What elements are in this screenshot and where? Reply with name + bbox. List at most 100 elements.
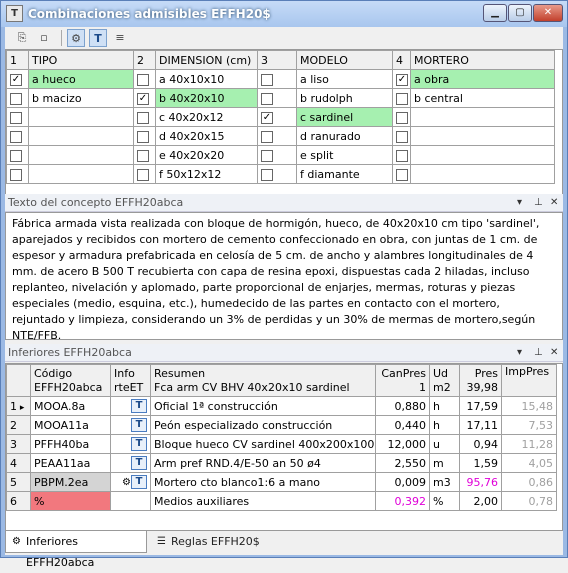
codigo-cell[interactable]: % (30, 491, 111, 511)
tipo-cell[interactable] (28, 145, 134, 165)
text-t-icon[interactable]: T (89, 29, 107, 47)
checkbox[interactable] (396, 111, 408, 124)
inferior-row[interactable]: 4 PEAA11aa T Arm pref RND.4/E-50 an 50 ø4 2,… (6, 453, 557, 473)
inferior-row[interactable]: 5 PBPM.2ea ⚙ T Mortero cto blanco1:6 a mano 0… (6, 472, 557, 492)
checkbox-modelo[interactable] (257, 145, 297, 165)
imppres-cell[interactable]: 7,53 (501, 415, 557, 435)
checkbox-dimension[interactable]: ✓ (133, 88, 156, 108)
checkbox[interactable] (396, 92, 408, 105)
checkbox[interactable] (137, 73, 149, 86)
text-t-icon[interactable]: T (131, 399, 147, 413)
modelo-cell[interactable]: e split (296, 145, 393, 165)
checkbox-modelo[interactable] (257, 69, 297, 89)
checkbox-mortero[interactable] (392, 145, 411, 165)
ud-cell[interactable]: h (429, 396, 460, 416)
checkbox-tipo[interactable] (6, 88, 29, 108)
checkbox[interactable] (10, 92, 22, 105)
checkbox[interactable] (137, 168, 149, 181)
resumen-cell[interactable]: Arm pref RND.4/E-50 an 50 ø4 (150, 453, 376, 473)
mortero-cell[interactable] (410, 164, 555, 184)
checkbox[interactable] (396, 168, 408, 181)
tipo-cell[interactable] (28, 164, 134, 184)
checkbox-modelo[interactable] (257, 126, 297, 146)
checkbox-dimension[interactable] (133, 69, 156, 89)
ud-cell[interactable]: m (429, 453, 460, 473)
inferior-row[interactable]: 1 ▸ MOOA.8a T Oficial 1ª construcción 0,880 h… (6, 396, 557, 416)
row-number[interactable]: 3 (6, 434, 31, 454)
checkbox-dimension[interactable] (133, 164, 156, 184)
mortero-cell[interactable] (410, 126, 555, 146)
checkbox-modelo[interactable]: ✓ (257, 107, 297, 127)
info-cell[interactable]: T (110, 415, 151, 435)
checkbox[interactable] (137, 130, 149, 143)
imppres-cell[interactable]: 0,86 (501, 472, 557, 492)
canpres-cell[interactable]: 0,392 (375, 491, 430, 511)
info-cell[interactable]: ⚙ T (110, 472, 151, 492)
checkbox[interactable] (10, 149, 22, 162)
checkbox[interactable] (261, 168, 273, 181)
tipo-cell[interactable]: a hueco (28, 69, 134, 89)
inferior-row[interactable]: 3 PFFH40ba T Bloque hueco CV sardinel 400x2… (6, 434, 557, 454)
modelo-cell[interactable]: f diamante (296, 164, 393, 184)
checkbox[interactable]: ✓ (261, 111, 273, 124)
checkbox-mortero[interactable] (392, 126, 411, 146)
title-bar[interactable]: T Combinaciones admisibles EFFH20$ ▁ ▢ ✕ (1, 1, 567, 27)
mortero-cell[interactable] (410, 107, 555, 127)
panel-menu-icon[interactable]: ▾ (517, 194, 522, 211)
modelo-cell[interactable]: c sardinel (296, 107, 393, 127)
resumen-cell[interactable]: Oficial 1ª construcción (150, 396, 376, 416)
checkbox-mortero[interactable] (392, 107, 411, 127)
checkbox[interactable] (10, 130, 22, 143)
checkbox-dimension[interactable] (133, 126, 156, 146)
text-t-icon[interactable]: T (131, 475, 147, 489)
close-panel-icon[interactable]: ✕ (550, 194, 558, 211)
tipo-cell[interactable]: b macizo (28, 88, 134, 108)
checkbox[interactable] (10, 168, 22, 181)
resumen-cell[interactable]: Bloque hueco CV sardinel 400x200x100 (150, 434, 376, 454)
checkbox[interactable] (261, 92, 273, 105)
mortero-cell[interactable] (410, 145, 555, 165)
codigo-cell[interactable]: PBPM.2ea (30, 472, 111, 492)
checkbox-mortero[interactable] (392, 88, 411, 108)
checkbox[interactable] (396, 149, 408, 162)
tipo-cell[interactable] (28, 126, 134, 146)
canpres-cell[interactable]: 0,009 (375, 472, 430, 492)
dimension-cell[interactable]: a 40x10x10 (155, 69, 258, 89)
pres-cell[interactable]: 17,11 (459, 415, 502, 435)
checkbox-mortero[interactable]: ✓ (392, 69, 411, 89)
checkbox[interactable] (137, 111, 149, 124)
row-number[interactable]: 5 (6, 472, 31, 492)
resumen-cell[interactable]: Peón especializado construcción (150, 415, 376, 435)
dimension-cell[interactable]: e 40x20x20 (155, 145, 258, 165)
checkbox-tipo[interactable]: ✓ (6, 69, 29, 89)
close-panel-icon[interactable]: ✕ (550, 344, 558, 361)
checkbox[interactable] (261, 149, 273, 162)
modelo-cell[interactable]: d ranurado (296, 126, 393, 146)
ud-cell[interactable]: m3 (429, 472, 460, 492)
mortero-cell[interactable]: a obra (410, 69, 555, 89)
inferior-row[interactable]: 6% Medios auxiliares 0,392% 2,00 0,78 (6, 491, 557, 511)
pres-cell[interactable]: 95,76 (459, 472, 502, 492)
resumen-cell[interactable]: Mortero cto blanco1:6 a mano (150, 472, 376, 492)
ud-cell[interactable]: % (429, 491, 460, 511)
info-cell[interactable]: T (110, 434, 151, 454)
checkbox[interactable]: ✓ (396, 73, 408, 86)
pres-cell[interactable]: 17,59 (459, 396, 502, 416)
modelo-cell[interactable]: a liso (296, 69, 393, 89)
imppres-cell[interactable]: 0,78 (501, 491, 557, 511)
row-number[interactable]: 6 (6, 491, 31, 511)
checkbox[interactable] (396, 130, 408, 143)
tab-inferiores[interactable]: ⚙ Inferiores EFFH20abca (5, 531, 147, 569)
checkbox-modelo[interactable] (257, 88, 297, 108)
imppres-cell[interactable]: 11,28 (501, 434, 557, 454)
dimension-cell[interactable]: b 40x20x10 (155, 88, 258, 108)
canpres-cell[interactable]: 0,880 (375, 396, 430, 416)
checkbox[interactable] (137, 149, 149, 162)
codigo-cell[interactable]: MOOA.8a (30, 396, 111, 416)
checkbox-mortero[interactable] (392, 164, 411, 184)
imppres-cell[interactable]: 4,05 (501, 453, 557, 473)
modelo-cell[interactable]: b rudolph (296, 88, 393, 108)
copy-icon[interactable]: ⎘ (13, 29, 31, 47)
dimension-cell[interactable]: f 50x12x12 (155, 164, 258, 184)
info-cell[interactable] (110, 491, 151, 511)
